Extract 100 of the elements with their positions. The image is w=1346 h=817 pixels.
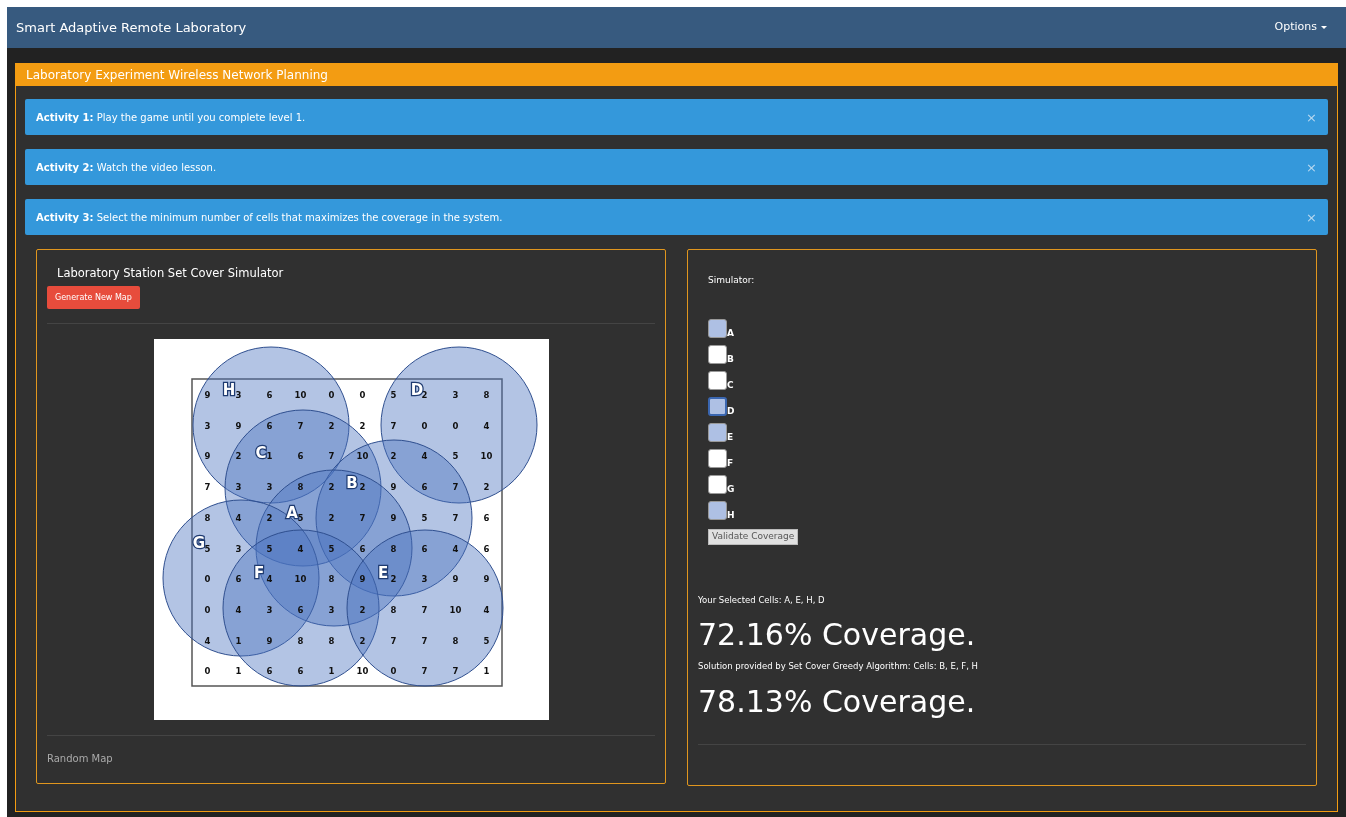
grid-value: 10 xyxy=(449,605,461,616)
grid-value: 10 xyxy=(294,390,306,401)
grid-value: 9 xyxy=(390,482,396,493)
grid-value: 0 xyxy=(328,390,334,401)
selected-coverage: 72.16% Coverage. xyxy=(698,620,977,651)
grid-value: 6 xyxy=(483,513,489,524)
grid-value: 8 xyxy=(390,543,396,554)
grid-value: 7 xyxy=(297,420,303,431)
grid-value: 10 xyxy=(356,451,368,462)
grid-value: 6 xyxy=(297,666,303,677)
grid-value: 4 xyxy=(204,635,210,646)
close-button[interactable]: × xyxy=(1306,110,1317,124)
validate-coverage-button[interactable]: Validate Coverage xyxy=(708,528,799,545)
grid-value: 2 xyxy=(359,605,365,616)
circle-label: D xyxy=(410,381,423,400)
circle-label: G xyxy=(192,534,205,553)
circle-label: E xyxy=(377,564,388,583)
grid-value: 9 xyxy=(204,390,210,401)
grid-value: 5 xyxy=(421,513,427,524)
grid-value: 3 xyxy=(266,605,272,616)
grid-value: 8 xyxy=(483,390,489,401)
grid-value: 3 xyxy=(266,482,272,493)
cell-label: B xyxy=(727,354,734,364)
grid-value: 5 xyxy=(328,543,334,554)
selected-cells-text: Your Selected Cells: A, E, H, D xyxy=(698,593,826,607)
grid-value: 6 xyxy=(483,543,489,554)
grid-value: 9 xyxy=(235,420,241,431)
grid-value: 3 xyxy=(328,605,334,616)
grid-value: 0 xyxy=(204,605,210,616)
close-button[interactable]: × xyxy=(1306,160,1317,174)
grid-value: 9 xyxy=(266,635,272,646)
grid-value: 3 xyxy=(421,574,427,585)
grid-value: 6 xyxy=(297,605,303,616)
grid-value: 3 xyxy=(452,390,458,401)
grid-value: 2 xyxy=(359,482,365,493)
grid-value: 1 xyxy=(328,666,334,677)
grid-value: 9 xyxy=(483,574,489,585)
cell-label: E xyxy=(727,432,734,442)
cell-label: D xyxy=(727,406,735,416)
grid-value: 7 xyxy=(204,482,210,493)
cell-checkbox[interactable] xyxy=(708,370,727,390)
circle-label: A xyxy=(285,504,298,523)
map-caption: Random Map xyxy=(47,752,114,767)
caret-icon xyxy=(1321,26,1327,29)
close-button[interactable]: × xyxy=(1306,210,1317,224)
grid-value: 4 xyxy=(483,420,489,431)
grid-value: 5 xyxy=(204,543,210,554)
grid-value: 2 xyxy=(328,513,334,524)
grid-value: 2 xyxy=(359,420,365,431)
grid-value: 7 xyxy=(421,635,427,646)
grid-value: 8 xyxy=(328,574,334,585)
grid-value: 2 xyxy=(359,635,365,646)
grid-value: 3 xyxy=(204,420,210,431)
grid-value: 8 xyxy=(390,605,396,616)
cell-checkbox[interactable] xyxy=(708,344,727,364)
cell-checkbox[interactable] xyxy=(708,448,727,468)
activity-text: Activity 1: Play the game until you complete level 1. xyxy=(36,110,306,125)
cell-checkbox[interactable] xyxy=(708,396,727,416)
circle-label: B xyxy=(345,474,358,493)
cell-checkbox[interactable] xyxy=(708,500,727,520)
grid-value: 0 xyxy=(421,420,427,431)
grid-value: 6 xyxy=(359,543,365,554)
grid-value: 6 xyxy=(421,543,427,554)
grid-value: 3 xyxy=(235,390,241,401)
grid-value: 1 xyxy=(483,666,489,677)
simulator-label: Simulator: xyxy=(708,274,756,287)
grid-value: 6 xyxy=(266,666,272,677)
generate-map-button[interactable]: Generate New Map xyxy=(47,286,140,310)
cell-checkbox[interactable] xyxy=(708,422,727,442)
grid-value: 6 xyxy=(266,420,272,431)
circle-label: C xyxy=(255,444,266,463)
options-menu[interactable]: Options xyxy=(1274,19,1327,36)
grid-value: 7 xyxy=(390,635,396,646)
grid-value: 7 xyxy=(390,420,396,431)
solution-coverage: 78.13% Coverage. xyxy=(698,687,977,717)
cell-checkbox[interactable] xyxy=(708,318,727,338)
grid-value: 7 xyxy=(452,666,458,677)
grid-value: 0 xyxy=(204,574,210,585)
cell-label: H xyxy=(727,510,735,520)
grid-value: 1 xyxy=(235,666,241,677)
grid-value: 2 xyxy=(390,574,396,585)
grid-value: 5 xyxy=(390,390,396,401)
grid-value: 9 xyxy=(390,513,396,524)
grid-value: 7 xyxy=(328,451,334,462)
grid-value: 1 xyxy=(266,451,272,462)
grid-value: 5 xyxy=(483,635,489,646)
grid-value: 10 xyxy=(480,451,492,462)
grid-value: 8 xyxy=(297,482,303,493)
card-title: Laboratory Station Set Cover Simulator xyxy=(57,265,285,282)
activity-text: Activity 2: Watch the video lesson. xyxy=(36,160,217,175)
grid-value: 0 xyxy=(452,420,458,431)
grid-value: 5 xyxy=(452,451,458,462)
grid-value: 7 xyxy=(359,513,365,524)
grid-value: 2 xyxy=(483,482,489,493)
cell-checkbox[interactable] xyxy=(708,474,727,494)
circle-label: H xyxy=(222,381,235,400)
grid-value: 0 xyxy=(359,390,365,401)
activity-text: Activity 3: Select the minimum number of cells that maximizes the coverage in the system. xyxy=(36,210,503,225)
grid-value: 3 xyxy=(235,482,241,493)
grid-value: 9 xyxy=(204,451,210,462)
